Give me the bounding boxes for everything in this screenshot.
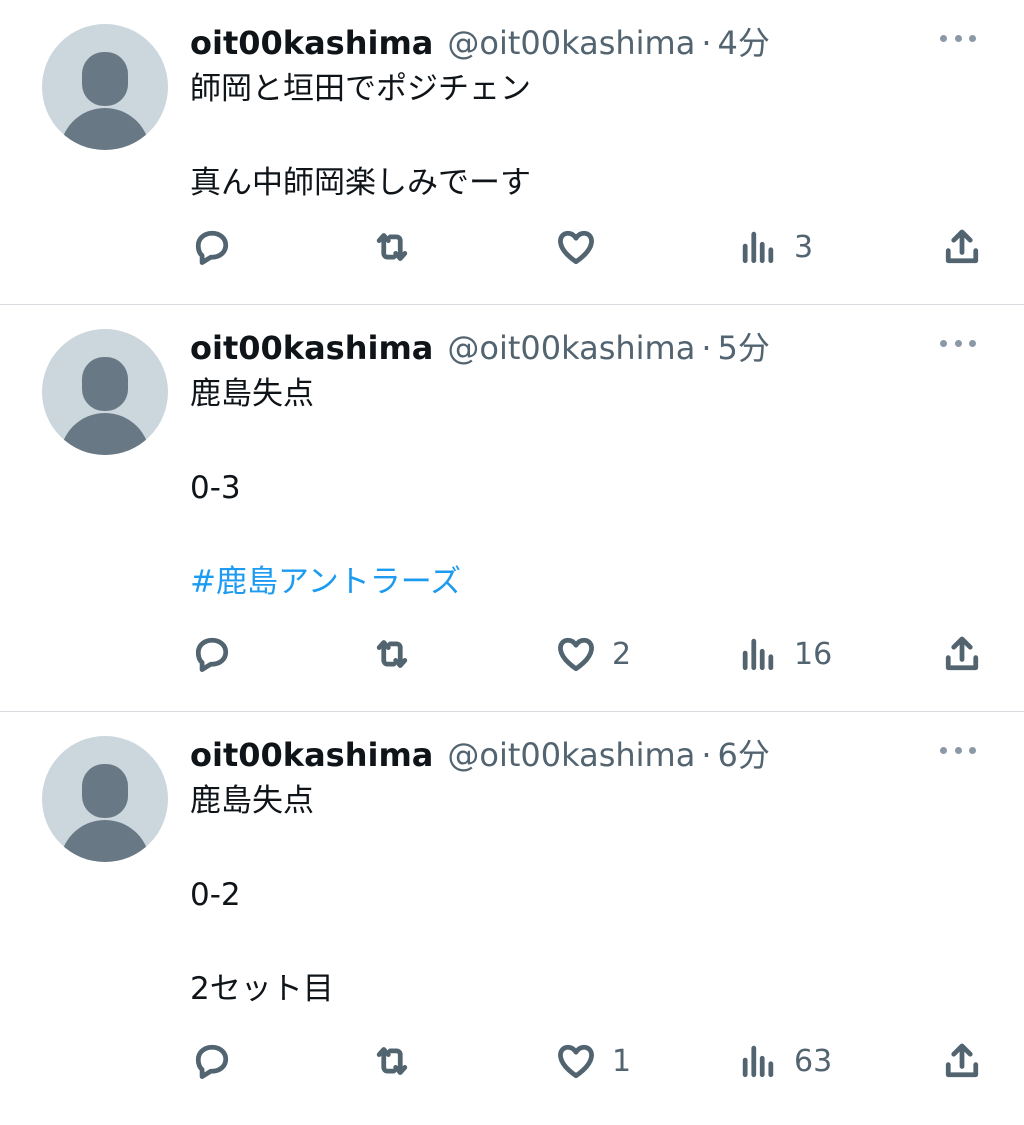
views-button[interactable]: 3 <box>736 225 813 269</box>
heart-icon <box>558 1044 594 1079</box>
tweet-text: 鹿島失点 0-3 #鹿島アントラーズ <box>190 371 984 606</box>
retweet-button[interactable] <box>370 225 428 269</box>
text-line <box>190 512 984 559</box>
avatar-head <box>82 764 128 818</box>
tweet-content: oit00kashima @oit00kashima · 4分 師岡と垣田でポジ… <box>190 18 984 207</box>
author-handle[interactable]: @oit00kashima <box>447 736 695 774</box>
retweet-button[interactable] <box>370 1039 428 1083</box>
avatar-body <box>60 108 150 150</box>
tweet-header: oit00kashima @oit00kashima · 5分 <box>190 323 984 367</box>
like-count: 2 <box>612 636 632 672</box>
default-avatar-icon[interactable] <box>42 329 168 455</box>
tweet[interactable]: oit00kashima @oit00kashima · 6分 鹿島失点 0-2… <box>0 712 1024 1125</box>
avatar-body <box>60 820 150 862</box>
tweet[interactable]: oit00kashima @oit00kashima · 5分 鹿島失点 0-3… <box>0 305 1024 712</box>
reply-button[interactable] <box>190 632 248 676</box>
tweet-time[interactable]: 4分 <box>718 18 770 64</box>
author-name[interactable]: oit00kashima <box>190 736 433 774</box>
text-line: 師岡と垣田でポジチェン <box>190 71 531 107</box>
avatar-head <box>82 357 128 411</box>
text-line <box>190 113 984 160</box>
reply-icon <box>195 230 229 265</box>
views-button[interactable]: 63 <box>736 1039 832 1083</box>
tweet-actions: 1 63 <box>190 1039 984 1083</box>
heart-icon <box>558 230 594 265</box>
separator-dot: · <box>701 329 712 367</box>
default-avatar-icon[interactable] <box>42 24 168 150</box>
view-count: 16 <box>794 636 833 672</box>
views-icon <box>742 231 774 264</box>
text-line: 0-2 <box>190 877 241 913</box>
tweet-content: oit00kashima @oit00kashima · 5分 鹿島失点 0-3… <box>190 323 984 606</box>
reply-icon <box>195 1044 229 1079</box>
reply-icon <box>195 637 229 672</box>
text-line: 2セット目 <box>190 971 334 1007</box>
share-icon <box>945 636 979 671</box>
share-icon <box>945 1043 979 1078</box>
separator-dot: · <box>701 24 712 62</box>
tweet[interactable]: oit00kashima @oit00kashima · 4分 師岡と垣田でポジ… <box>0 0 1024 305</box>
views-button[interactable]: 16 <box>736 632 832 676</box>
share-icon <box>945 229 979 264</box>
view-count: 63 <box>794 1043 833 1079</box>
like-button[interactable]: 1 <box>554 1039 631 1083</box>
tweet-actions: 2 16 <box>190 632 984 676</box>
text-line <box>190 919 984 966</box>
avatar-head <box>82 52 128 106</box>
share-button[interactable] <box>940 632 984 676</box>
retweet-icon <box>376 1047 408 1075</box>
avatar-body <box>60 413 150 455</box>
text-line <box>190 418 984 465</box>
more-icon[interactable] <box>940 740 976 760</box>
author-name[interactable]: oit00kashima <box>190 24 433 62</box>
more-icon[interactable] <box>940 333 976 353</box>
hashtag-link[interactable]: #鹿島アントラーズ <box>190 559 984 606</box>
more-icon[interactable] <box>940 28 976 48</box>
like-button[interactable]: 2 <box>554 632 631 676</box>
like-count: 1 <box>612 1043 632 1079</box>
tweet-text: 師岡と垣田でポジチェン 真ん中師岡楽しみでーす <box>190 66 984 207</box>
tweet-header: oit00kashima @oit00kashima · 4分 <box>190 18 984 62</box>
tweet-time[interactable]: 5分 <box>718 323 770 369</box>
retweet-icon <box>376 640 408 668</box>
tweet-content: oit00kashima @oit00kashima · 6分 鹿島失点 0-2… <box>190 730 984 1013</box>
tweet-header: oit00kashima @oit00kashima · 6分 <box>190 730 984 774</box>
view-count: 3 <box>794 229 814 265</box>
author-handle[interactable]: @oit00kashima <box>447 24 695 62</box>
retweet-button[interactable] <box>370 632 428 676</box>
default-avatar-icon[interactable] <box>42 736 168 862</box>
text-line: 真ん中師岡楽しみでーす <box>190 165 531 201</box>
text-line: 0-3 <box>190 470 241 506</box>
retweet-icon <box>376 233 408 261</box>
share-button[interactable] <box>940 225 984 269</box>
tweet-time[interactable]: 6分 <box>718 730 770 776</box>
separator-dot: · <box>701 736 712 774</box>
views-icon <box>742 638 774 671</box>
text-line: 鹿島失点 <box>190 376 314 412</box>
author-handle[interactable]: @oit00kashima <box>447 329 695 367</box>
text-line <box>190 825 984 872</box>
reply-button[interactable] <box>190 225 248 269</box>
text-line: 鹿島失点 <box>190 783 314 819</box>
like-button[interactable] <box>554 225 612 269</box>
views-icon <box>742 1045 774 1078</box>
heart-icon <box>558 637 594 672</box>
tweet-text: 鹿島失点 0-2 2セット目 <box>190 778 984 1013</box>
tweet-actions: 3 <box>190 225 984 269</box>
share-button[interactable] <box>940 1039 984 1083</box>
reply-button[interactable] <box>190 1039 248 1083</box>
author-name[interactable]: oit00kashima <box>190 329 433 367</box>
